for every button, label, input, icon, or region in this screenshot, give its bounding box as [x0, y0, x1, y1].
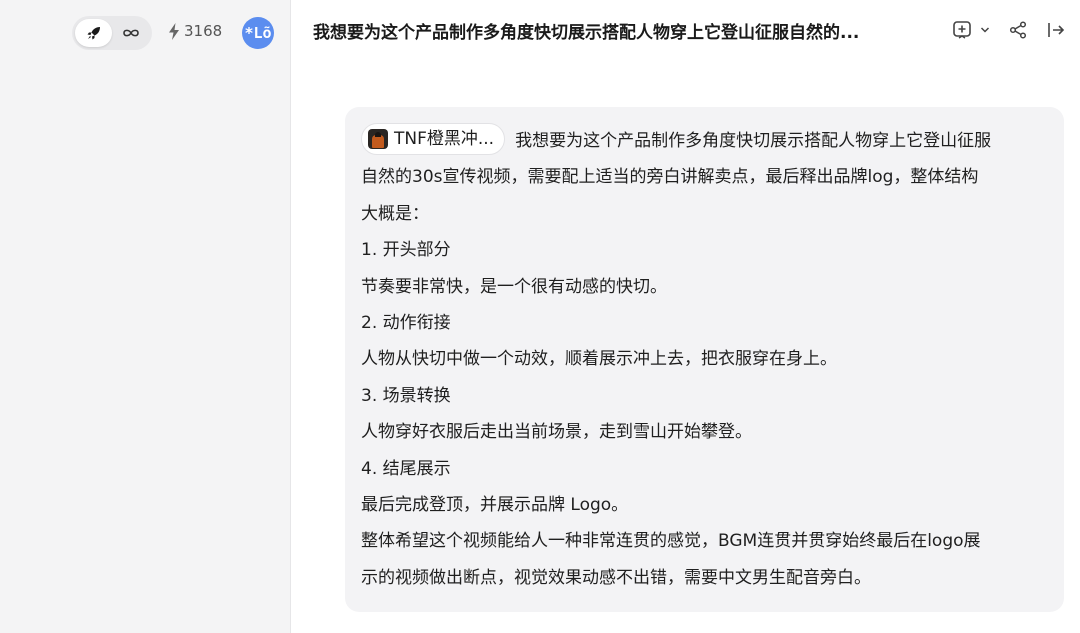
sidebar: 3168 *Lõ	[0, 0, 291, 633]
message-line: 大概是：	[361, 203, 429, 224]
product-thumbnail-icon	[368, 129, 388, 149]
app-window: 3168 *Lõ 我想要为这个产品制作多角度快切展示搭配人物穿上它登山征服自然的…	[0, 0, 1080, 633]
message-line: TNF橙黑冲... 我想要为这个产品制作多角度快切展示搭配人物穿上它登山征服	[361, 123, 1048, 159]
infinity-mode-button[interactable]	[112, 19, 149, 47]
infinity-icon	[122, 29, 139, 37]
message-line: 节奏要非常快，是一个很有动感的快切。	[361, 276, 667, 297]
add-note-dropdown[interactable]	[952, 20, 990, 40]
page-title: 我想要为这个产品制作多角度快切展示搭配人物穿上它登山征服自然的...	[313, 23, 860, 43]
add-note-icon[interactable]	[952, 20, 972, 40]
message-line: 示的视频做出断点，视觉效果动感不出错，需要中文男生配音旁白。	[361, 567, 871, 588]
attachment-chip-label: TNF橙黑冲...	[394, 128, 495, 149]
message-line: 自然的30s宣传视频，需要配上适当的旁白讲解卖点，最后释出品牌log，整体结构	[361, 167, 979, 188]
chat-header: 我想要为这个产品制作多角度快切展示搭配人物穿上它登山征服自然的...	[292, 0, 1080, 66]
message-line: 人物穿好衣服后走出当前场景，走到雪山开始攀登。	[361, 422, 752, 443]
rocket-icon	[87, 27, 100, 40]
message-line: 1. 开头部分	[361, 240, 451, 261]
lightning-icon	[169, 22, 179, 40]
credits-value: 3168	[184, 22, 223, 40]
message-line: 2. 动作衔接	[361, 313, 451, 334]
user-message-bubble: TNF橙黑冲... 我想要为这个产品制作多角度快切展示搭配人物穿上它登山征服 自然…	[345, 107, 1064, 612]
message-line: 3. 场景转换	[361, 385, 451, 406]
message-line: 人物从快切中做一个动效，顺着展示冲上去，把衣服穿在身上。	[361, 349, 837, 370]
mode-toggle[interactable]	[72, 16, 152, 50]
message-line: 整体希望这个视频能给人一种非常连贯的感觉，BGM连贯并贯穿始终最后在logo展	[361, 531, 981, 552]
collapse-panel-icon[interactable]	[1046, 20, 1066, 40]
rocket-mode-button[interactable]	[75, 19, 112, 47]
avatar[interactable]: *Lõ	[242, 17, 274, 49]
credits-counter: 3168	[168, 22, 222, 40]
attachment-chip[interactable]: TNF橙黑冲...	[361, 123, 506, 155]
message-text: TNF橙黑冲... 我想要为这个产品制作多角度快切展示搭配人物穿上它登山征服 自然…	[361, 123, 1048, 596]
share-icon[interactable]	[1008, 20, 1028, 40]
header-actions	[952, 20, 1066, 40]
chevron-down-icon[interactable]	[980, 26, 990, 34]
avatar-text: *Lõ	[244, 24, 272, 42]
message-line: 4. 结尾展示	[361, 458, 451, 479]
message-line: 最后完成登顶，并展示品牌 Logo。	[361, 495, 629, 516]
